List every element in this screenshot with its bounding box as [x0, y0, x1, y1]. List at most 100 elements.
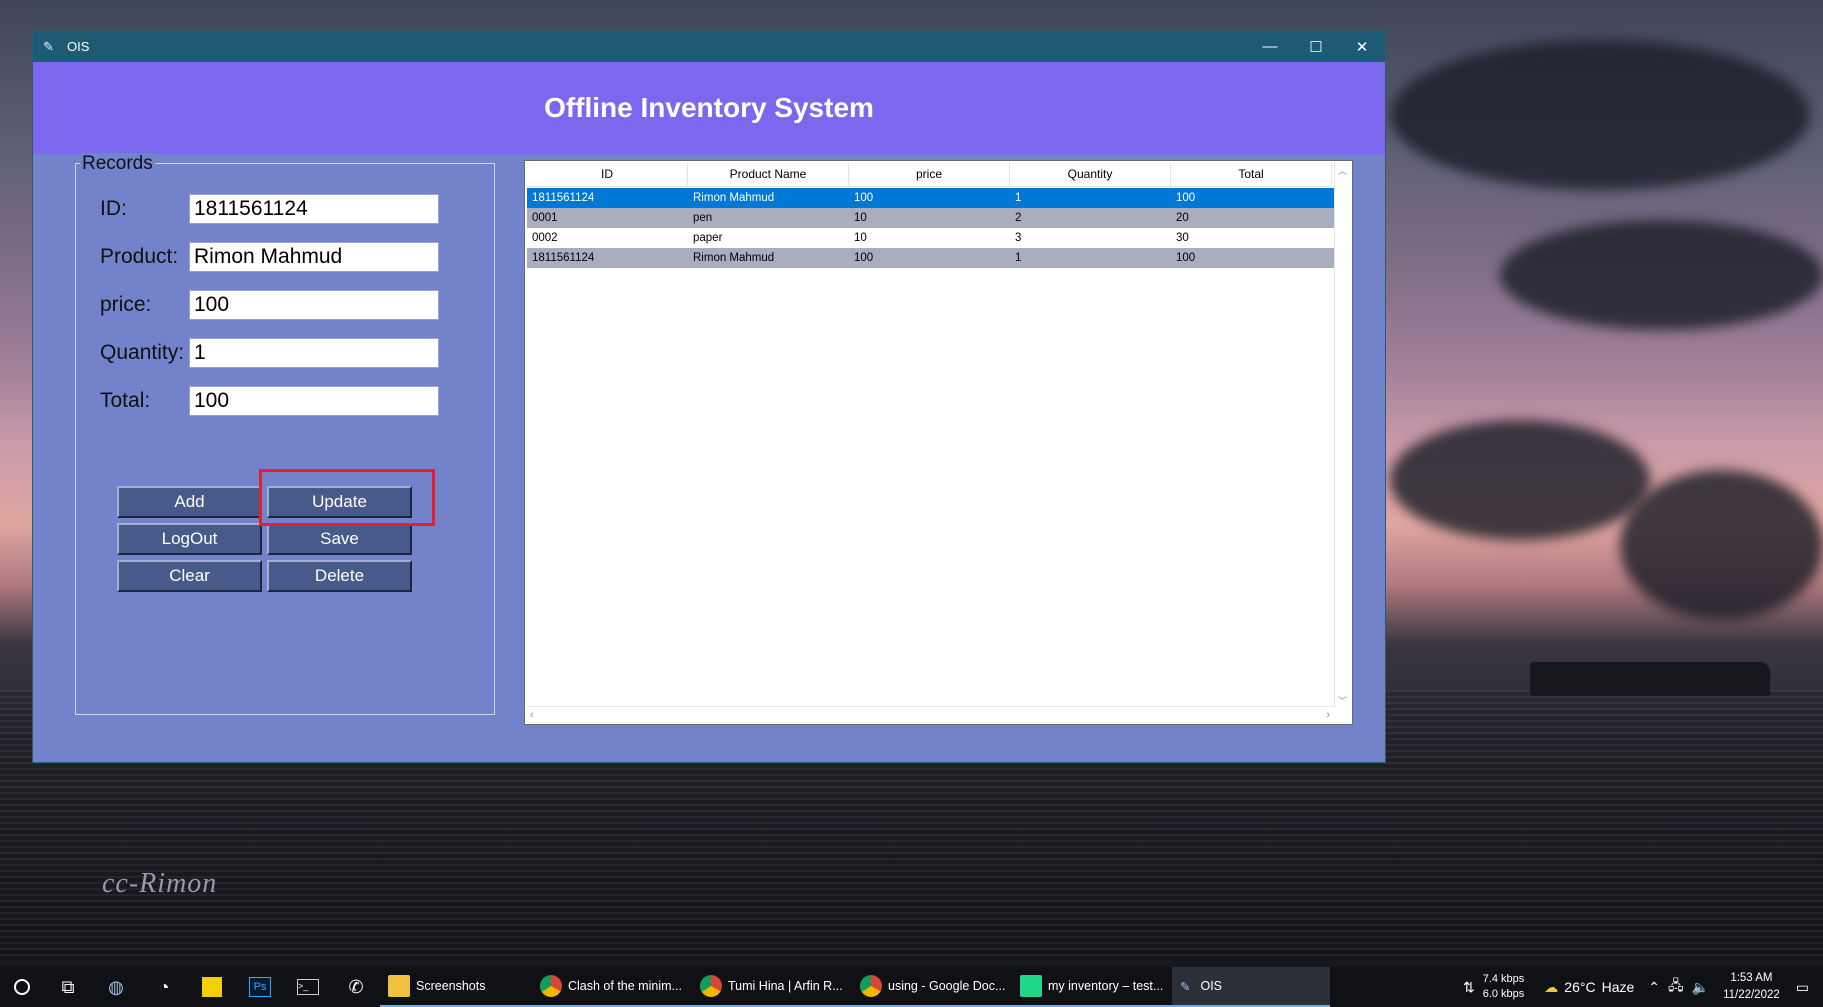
- chrome-icon: [700, 975, 722, 997]
- delete-button[interactable]: Delete: [267, 560, 412, 592]
- id-label: ID:: [100, 197, 127, 220]
- table-cell: 100: [1176, 252, 1196, 264]
- table-row[interactable]: 1811561124 Rimon Mahmud 100 1 100: [527, 248, 1335, 268]
- desktop-watermark: cc-Rimon: [102, 868, 218, 899]
- sticky-note-icon: [202, 977, 222, 997]
- column-header-price[interactable]: price: [849, 163, 1010, 186]
- clock[interactable]: 1:53 AM 11/22/2022: [1723, 970, 1780, 1004]
- table-cell: paper: [693, 232, 723, 244]
- table-cell: 2: [1015, 212, 1022, 224]
- pinned-app-sticky-notes[interactable]: [188, 967, 236, 1007]
- pinned-app-whatsapp[interactable]: ✆: [332, 967, 380, 1007]
- table-cell: Rimon Mahmud: [693, 252, 775, 264]
- table-cell: 1: [1015, 252, 1022, 264]
- table-cell: 100: [854, 192, 874, 204]
- column-header-product-name[interactable]: Product Name: [688, 163, 849, 186]
- vertical-scrollbar[interactable]: ︿ ﹀: [1334, 162, 1351, 707]
- table-header: ID Product Name price Quantity Total: [527, 163, 1335, 187]
- form-row-quantity: Quantity: 1: [100, 338, 439, 368]
- chevron-up-icon[interactable]: ⌃: [1648, 979, 1660, 996]
- product-input[interactable]: Rimon Mahmud: [189, 242, 439, 272]
- form-row-product: Product: Rimon Mahmud: [100, 242, 439, 272]
- feather-icon: ✎: [1180, 979, 1191, 994]
- table-cell: 10: [854, 212, 867, 224]
- pinned-app-paint[interactable]: ◍: [92, 967, 140, 1007]
- pinned-app-clock[interactable]: ◔: [140, 967, 188, 1007]
- weather-widget[interactable]: ☁ 26°C Haze: [1544, 979, 1634, 996]
- table-row[interactable]: 0001 pen 10 2 20: [527, 208, 1335, 228]
- cloud-shape: [1390, 40, 1810, 190]
- clock-date: 11/22/2022: [1723, 989, 1780, 1001]
- table-cell: pen: [693, 212, 713, 224]
- scroll-left-icon[interactable]: ‹: [530, 709, 534, 721]
- weather-cloud-icon: ☁: [1544, 978, 1559, 995]
- close-button[interactable]: ✕: [1339, 31, 1385, 62]
- clock-time: 1:53 AM: [1730, 972, 1773, 984]
- pinned-app-terminal[interactable]: >_: [284, 967, 332, 1007]
- palette-icon: ◍: [108, 976, 124, 997]
- column-header-id[interactable]: ID: [527, 163, 688, 186]
- update-highlight-box: [259, 469, 435, 526]
- total-input[interactable]: 100: [189, 386, 439, 416]
- table-cell: 100: [1176, 192, 1196, 204]
- weather-desc: Haze: [1601, 979, 1635, 995]
- start-button[interactable]: [0, 967, 44, 1007]
- taskbar-app-pycharm[interactable]: my inventory – test...: [1012, 967, 1172, 1007]
- table-cell: Rimon Mahmud: [693, 192, 775, 204]
- window-titlebar[interactable]: ✎ OIS — ☐ ✕: [33, 31, 1385, 62]
- banner-title: Offline Inventory System: [544, 92, 874, 123]
- records-table[interactable]: ID Product Name price Quantity Total 181…: [524, 160, 1353, 725]
- notifications-icon[interactable]: ▭: [1796, 979, 1809, 996]
- volume-icon[interactable]: 🔈: [1692, 979, 1709, 996]
- taskbar-app-chrome-1[interactable]: Clash of the minim...: [532, 967, 692, 1007]
- stopwatch-icon: ◔: [158, 976, 170, 997]
- net-up-speed: 6.0 kbps: [1482, 988, 1525, 1000]
- table-cell: 30: [1176, 232, 1189, 244]
- chrome-icon: [860, 975, 882, 997]
- taskbar-app-label: my inventory – test...: [1048, 979, 1164, 993]
- scroll-up-icon[interactable]: ︿: [1338, 164, 1347, 177]
- clear-button[interactable]: Clear: [117, 560, 262, 592]
- add-button[interactable]: Add: [117, 486, 262, 518]
- price-input[interactable]: 100: [189, 290, 439, 320]
- price-label: price:: [100, 293, 152, 316]
- taskbar-app-label: Tumi Hina | Arfin R...: [728, 979, 843, 993]
- table-cell: 1811561124: [532, 252, 595, 264]
- quantity-label: Quantity:: [100, 341, 185, 364]
- taskbar-app-chrome-2[interactable]: Tumi Hina | Arfin R...: [692, 967, 852, 1007]
- save-button[interactable]: Save: [267, 523, 412, 555]
- table-cell: 1: [1015, 192, 1022, 204]
- logout-button[interactable]: LogOut: [117, 523, 262, 555]
- records-legend: Records: [80, 153, 155, 175]
- taskbar-app-chrome-3[interactable]: using - Google Doc...: [852, 967, 1012, 1007]
- table-cell: 1811561124: [532, 192, 595, 204]
- maximize-button[interactable]: ☐: [1293, 31, 1339, 62]
- column-header-total[interactable]: Total: [1171, 163, 1332, 186]
- table-row[interactable]: 0002 paper 10 3 30: [527, 228, 1335, 248]
- quantity-input[interactable]: 1: [189, 338, 439, 368]
- scroll-right-icon[interactable]: ›: [1326, 709, 1330, 721]
- taskbar-app-label: using - Google Doc...: [888, 979, 1006, 993]
- photoshop-icon: Ps: [249, 977, 271, 997]
- table-row[interactable]: 1811561124 Rimon Mahmud 100 1 100: [527, 188, 1335, 208]
- taskbar-app-ois[interactable]: ✎ OIS: [1172, 967, 1330, 1007]
- minimize-button[interactable]: —: [1247, 31, 1293, 62]
- task-view-icon: ⧉: [61, 976, 75, 997]
- horizontal-scrollbar[interactable]: ‹ ›: [526, 706, 1336, 723]
- window-title: OIS: [67, 39, 90, 54]
- scroll-down-icon[interactable]: ﹀: [1338, 694, 1347, 707]
- table-cell: 10: [854, 232, 867, 244]
- table-cell: 3: [1015, 232, 1022, 244]
- desktop-ship: [1530, 662, 1770, 696]
- column-header-quantity[interactable]: Quantity: [1010, 163, 1171, 186]
- taskbar-app-label: Screenshots: [416, 979, 486, 993]
- pinned-app-photoshop[interactable]: Ps: [236, 967, 284, 1007]
- pycharm-icon: [1020, 975, 1042, 997]
- taskbar-app-screenshots[interactable]: Screenshots: [380, 967, 532, 1007]
- table-cell: 0002: [532, 232, 558, 244]
- task-view-button[interactable]: ⧉: [44, 967, 92, 1007]
- whatsapp-icon: ✆: [348, 976, 364, 997]
- product-label: Product:: [100, 245, 179, 268]
- network-icon[interactable]: 🖧: [1668, 975, 1684, 999]
- id-input[interactable]: 1811561124: [189, 194, 439, 224]
